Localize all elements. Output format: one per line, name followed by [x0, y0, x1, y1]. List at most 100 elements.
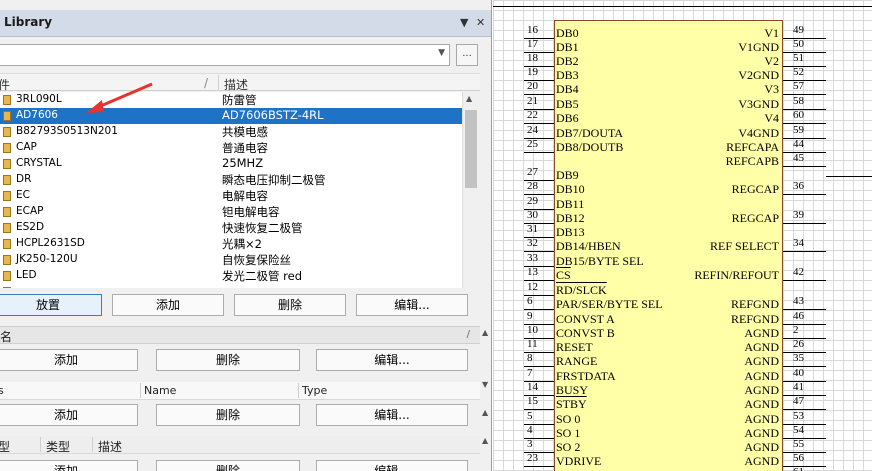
component-icon: [3, 223, 11, 233]
component-list-header: 件 / 描述: [0, 73, 480, 93]
pin-line: [783, 52, 826, 53]
panel-close-icon[interactable]: ✕: [476, 16, 485, 29]
pin-line: [783, 424, 826, 425]
col-divider[interactable]: [140, 383, 141, 398]
pin-number: 55: [793, 438, 804, 450]
pin-number: 20: [527, 80, 538, 92]
add-model-button[interactable]: 添加: [0, 349, 138, 371]
pin-number: 56: [793, 452, 804, 464]
component-description: 快速恢复二极管: [222, 221, 303, 235]
place-button[interactable]: 放置: [0, 294, 102, 316]
pin-line: [783, 166, 826, 167]
panel-scrollbar[interactable]: ▲ ▼ ▲ ▲: [480, 326, 491, 471]
pin-label: REFCAPA: [726, 140, 779, 154]
component-row[interactable]: B82793S0513N201 共模电感: [0, 124, 462, 140]
component-row[interactable]: ES2D 快速恢复二极管: [0, 220, 462, 236]
pin-number: 58: [793, 95, 804, 107]
pin-line: [783, 309, 826, 310]
edit-component-button[interactable]: 编辑...: [356, 294, 468, 316]
delete-link-button[interactable]: 删除: [156, 460, 300, 471]
pin-label: AGND: [744, 369, 779, 383]
component-row[interactable]: [0, 284, 462, 288]
pin-number: 9: [527, 310, 533, 322]
pin-label: DB11: [556, 197, 585, 211]
pin-label: SO 2: [556, 440, 581, 454]
panel-menu-icon[interactable]: ▼: [460, 16, 468, 29]
add-link-button[interactable]: 添加: [0, 460, 138, 471]
edit-parameter-button[interactable]: 编辑...: [316, 404, 468, 426]
component-name: EC: [16, 189, 30, 201]
pin-number: 12: [527, 281, 538, 293]
pin-label: DB5: [556, 97, 579, 111]
scroll-up-icon[interactable]: ▲: [482, 436, 488, 445]
component-row[interactable]: DR 瞬态电压抑制二极管: [0, 172, 462, 188]
pin-line: [783, 138, 826, 139]
pin-line: [783, 338, 826, 339]
component-icon: [3, 127, 11, 137]
scroll-down-icon[interactable]: ▼: [482, 380, 488, 389]
component-row[interactable]: ECAP 钽电解电容: [0, 204, 462, 220]
component-description: AD7606BSTZ-4RL: [222, 108, 324, 122]
col-link-model-type[interactable]: 型: [0, 438, 10, 455]
component-name: AD7606: [16, 109, 58, 121]
parameters-header: s Name Type: [0, 382, 480, 400]
pin-label: AGND: [744, 454, 779, 468]
component-list-scrollbar[interactable]: ▲: [462, 92, 478, 288]
component-row[interactable]: AD7606 AD7606BSTZ-4RL: [0, 108, 462, 124]
pin-number: 49: [793, 24, 804, 36]
col-link-description[interactable]: 描述: [98, 438, 122, 455]
col-link-type[interactable]: 类型: [46, 438, 70, 455]
pin-number: 15: [527, 395, 538, 407]
edit-link-button[interactable]: 编辑...: [316, 460, 468, 471]
pin-label: AGND: [744, 340, 779, 354]
pin-number: 33: [527, 252, 538, 264]
pin-label: DB2: [556, 54, 579, 68]
col-component[interactable]: 件: [0, 76, 10, 93]
schematic-canvas[interactable]: 16 DB0 17 DB1 18 DB2 19 DB3 20 DB4 21 DB5 22 DB6 24 DB7…: [493, 0, 872, 471]
pin-number: 52: [793, 66, 804, 78]
browse-button[interactable]: ...: [456, 44, 478, 66]
col-param-s[interactable]: s: [0, 384, 4, 397]
component-name: HCPL2631SD: [16, 237, 85, 249]
component-row[interactable]: CRYSTAL 25MHZ: [0, 156, 462, 172]
chevron-down-icon[interactable]: ▼: [438, 48, 445, 58]
wire: [826, 176, 872, 177]
library-filter-combo[interactable]: ▼: [0, 44, 450, 66]
pin-label: V1GND: [738, 40, 779, 54]
col-divider[interactable]: [298, 383, 299, 398]
component-row[interactable]: CAP 普通电容: [0, 140, 462, 156]
component-row[interactable]: HCPL2631SD 光耦×2: [0, 236, 462, 252]
delete-component-button[interactable]: 删除: [234, 294, 346, 316]
delete-parameter-button[interactable]: 删除: [156, 404, 300, 426]
col-divider[interactable]: [92, 437, 93, 452]
scroll-up-icon[interactable]: ▲: [482, 328, 488, 337]
pin-number: 34: [793, 237, 804, 249]
pin-label: DB15/BYTE SEL: [556, 254, 644, 268]
col-divider[interactable]: [40, 437, 41, 452]
pin-line: [783, 94, 826, 95]
component-row[interactable]: EC 电解电容: [0, 188, 462, 204]
col-param-type[interactable]: Type: [302, 384, 327, 397]
pin-line: [783, 395, 826, 396]
component-row[interactable]: LED 发光二极管 red: [0, 268, 462, 284]
pin-number: 13: [527, 266, 538, 278]
scrollbar-thumb[interactable]: [465, 110, 477, 188]
col-description[interactable]: 描述: [224, 76, 248, 93]
component-row[interactable]: JK250-120U 自恢复保险丝: [0, 252, 462, 268]
col-divider[interactable]: [218, 75, 219, 90]
delete-model-button[interactable]: 删除: [156, 349, 300, 371]
scroll-up-icon[interactable]: ▲: [466, 94, 472, 103]
pin-line: [783, 466, 826, 467]
add-parameter-button[interactable]: 添加: [0, 404, 138, 426]
pin-label: FRSTDATA: [556, 369, 616, 383]
scroll-up-icon[interactable]: ▲: [482, 408, 488, 417]
pin-label: REGCAP: [731, 182, 779, 196]
pin-label: DB4: [556, 82, 579, 96]
component-description: 光耦×2: [222, 237, 262, 251]
component-icon: [3, 271, 11, 281]
add-component-button[interactable]: 添加: [112, 294, 224, 316]
component-row[interactable]: 3RL090L 防雷管: [0, 92, 462, 108]
edit-model-button[interactable]: 编辑...: [316, 349, 468, 371]
component-description: 自恢复保险丝: [222, 253, 291, 267]
col-param-name[interactable]: Name: [144, 384, 176, 397]
